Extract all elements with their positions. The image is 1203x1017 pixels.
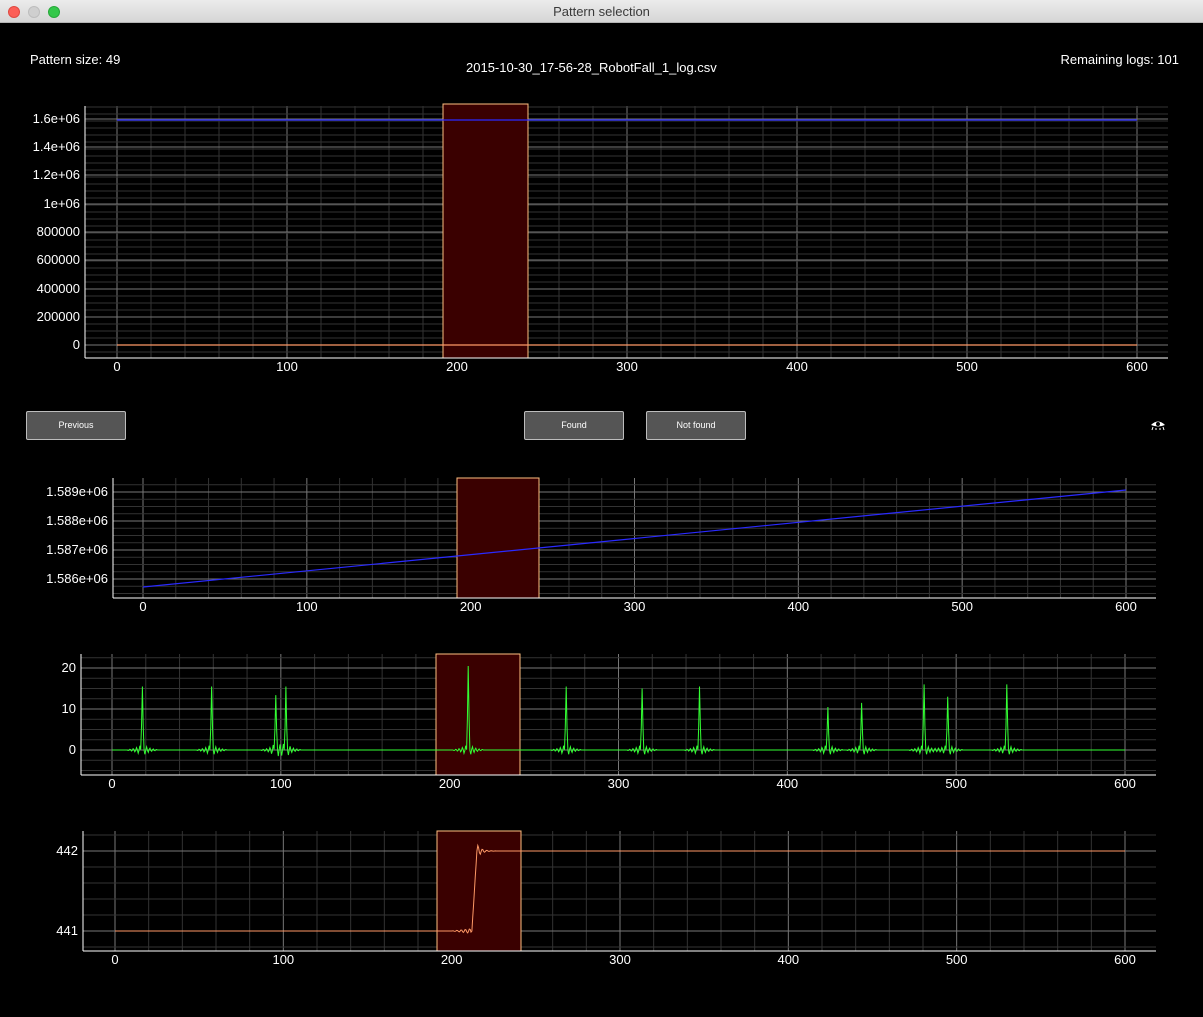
x-tick-label: 0 bbox=[111, 952, 118, 967]
plot-overview[interactable]: 0 100 200 300 400 500 600 0 200000 400000 600000 80… bbox=[33, 103, 1168, 374]
not-found-button[interactable]: Not found bbox=[646, 411, 746, 440]
y-tick-label: 1.587e+06 bbox=[46, 542, 108, 557]
y-tick-label: 0 bbox=[69, 742, 76, 757]
x-tick-label: 200 bbox=[441, 952, 463, 967]
y-tick-label: 1.6e+06 bbox=[33, 111, 80, 126]
x-tick-label: 300 bbox=[608, 776, 630, 791]
plot-detail-orange-grid bbox=[83, 831, 1156, 951]
y-tick-label: 400000 bbox=[37, 281, 80, 296]
x-tick-label: 200 bbox=[460, 599, 482, 614]
plot-detail-green[interactable]: 0 100 200 300 400 500 600 0 10 20 bbox=[62, 653, 1156, 791]
x-tick-label: 300 bbox=[609, 952, 631, 967]
y-tick-label: 1.586e+06 bbox=[46, 571, 108, 586]
x-tick-label: 0 bbox=[113, 359, 120, 374]
plot-detail-green-grid bbox=[81, 654, 1156, 775]
x-tick-label: 400 bbox=[776, 776, 798, 791]
plot-detail-green-selection[interactable] bbox=[435, 653, 521, 776]
plot-detail-blue-selection[interactable] bbox=[456, 477, 540, 599]
x-tick-label: 400 bbox=[777, 952, 799, 967]
x-tick-label: 400 bbox=[787, 599, 809, 614]
x-tick-label: 500 bbox=[946, 952, 968, 967]
y-tick-label: 10 bbox=[62, 701, 76, 716]
x-tick-label: 600 bbox=[1114, 952, 1136, 967]
x-tick-label: 100 bbox=[276, 359, 298, 374]
plot-detail-orange-ticks: 0 100 200 300 400 500 600 441 442 bbox=[56, 843, 1136, 967]
x-tick-label: 200 bbox=[446, 359, 468, 374]
y-tick-label: 600000 bbox=[37, 252, 80, 267]
x-tick-label: 100 bbox=[272, 952, 294, 967]
eye-icon[interactable] bbox=[1150, 419, 1166, 431]
x-tick-label: 300 bbox=[616, 359, 638, 374]
x-tick-label: 400 bbox=[786, 359, 808, 374]
y-tick-label: 20 bbox=[62, 660, 76, 675]
previous-button[interactable]: Previous bbox=[26, 411, 126, 440]
y-tick-label: 200000 bbox=[37, 309, 80, 324]
x-tick-label: 500 bbox=[956, 359, 978, 374]
plots-canvas: 0 100 200 300 400 500 600020000040000060000080… bbox=[33, 103, 1168, 967]
y-tick-label: 1.4e+06 bbox=[33, 139, 80, 154]
x-tick-label: 0 bbox=[139, 599, 146, 614]
x-tick-label: 300 bbox=[624, 599, 646, 614]
y-tick-label: 1.588e+06 bbox=[46, 513, 108, 528]
x-tick-label: 100 bbox=[270, 776, 292, 791]
x-tick-label: 600 bbox=[1114, 776, 1136, 791]
y-tick-label: 0 bbox=[73, 337, 80, 352]
plot-detail-orange[interactable]: 0 100 200 300 400 500 600 441 442 bbox=[56, 830, 1156, 967]
x-tick-label: 500 bbox=[951, 599, 973, 614]
plot-detail-green-ticks: 0 100 200 300 400 500 600 0 10 20 bbox=[62, 660, 1136, 791]
plot-overview-selection[interactable] bbox=[442, 103, 529, 359]
plot-detail-blue-ticks: 0 100 200 300 400 500 600 1.586e+06 1.587e+06 1.5… bbox=[46, 484, 1137, 614]
x-tick-label: 0 bbox=[108, 776, 115, 791]
y-tick-label: 442 bbox=[56, 843, 78, 858]
found-button[interactable]: Found bbox=[524, 411, 624, 440]
y-tick-label: 441 bbox=[56, 923, 78, 938]
y-tick-label: 1.2e+06 bbox=[33, 167, 80, 182]
x-tick-label: 500 bbox=[945, 776, 967, 791]
x-tick-label: 100 bbox=[296, 599, 318, 614]
y-tick-label: 1.589e+06 bbox=[46, 484, 108, 499]
x-tick-label: 600 bbox=[1126, 359, 1148, 374]
plot-detail-blue[interactable]: 0 100 200 300 400 500 600 1.586e+06 1.587e+06 1.5… bbox=[46, 477, 1156, 614]
x-tick-label: 600 bbox=[1115, 599, 1137, 614]
x-tick-label: 200 bbox=[439, 776, 461, 791]
y-tick-label: 800000 bbox=[37, 224, 80, 239]
y-tick-label: 1e+06 bbox=[43, 196, 80, 211]
